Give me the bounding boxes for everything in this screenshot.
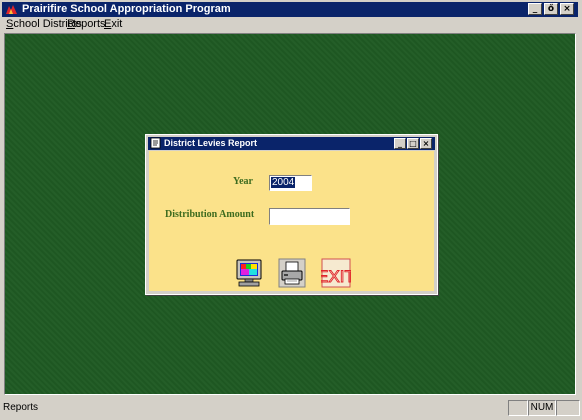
- minimize-button[interactable]: _: [528, 3, 542, 15]
- dialog-title: District Levies Report: [164, 138, 258, 148]
- printer-icon: [278, 258, 306, 288]
- close-button[interactable]: ×: [560, 3, 574, 15]
- dialog-maximize-button[interactable]: □: [407, 138, 419, 149]
- exit-label: EXIT: [321, 267, 351, 286]
- exit-sign-icon: EXIT: [317, 258, 355, 288]
- distribution-amount-label: Distribution Amount: [165, 209, 255, 220]
- dialog-close-button[interactable]: ×: [420, 138, 432, 149]
- exit-button[interactable]: EXIT: [317, 258, 355, 288]
- status-num-indicator: NUM: [528, 400, 556, 416]
- monitor-icon: [236, 259, 262, 287]
- dialog-body: Year 2004 Distribution Amount EXIT: [149, 151, 434, 291]
- distribution-amount-input[interactable]: [269, 208, 350, 225]
- restore-button[interactable]: ő: [544, 3, 558, 15]
- main-window: Prairifire School Appropriation Program …: [0, 0, 582, 420]
- status-panel-right: [556, 400, 580, 416]
- dialog-minimize-button[interactable]: _: [394, 138, 406, 149]
- preview-button[interactable]: [235, 258, 263, 288]
- dialog-title-bar[interactable]: District Levies Report _ □ ×: [148, 137, 435, 150]
- menu-bar: School Districts Reports Exit: [2, 17, 578, 32]
- report-icon: [150, 137, 161, 149]
- status-bar: Reports NUM: [0, 397, 582, 420]
- year-input[interactable]: 2004: [269, 175, 312, 191]
- status-text: Reports: [3, 402, 39, 413]
- year-label: Year: [233, 176, 253, 187]
- print-button[interactable]: [278, 258, 306, 288]
- app-icon: [5, 3, 18, 16]
- menu-exit[interactable]: Exit: [104, 17, 122, 32]
- app-title: Prairifire School Appropriation Program: [22, 3, 231, 15]
- menu-reports[interactable]: Reports: [67, 17, 106, 32]
- status-panel-empty: [508, 400, 528, 416]
- district-levies-report-window: District Levies Report _ □ × Year 2004 D…: [145, 134, 438, 295]
- app-title-bar[interactable]: Prairifire School Appropriation Program …: [2, 2, 578, 17]
- year-value: 2004: [271, 177, 296, 188]
